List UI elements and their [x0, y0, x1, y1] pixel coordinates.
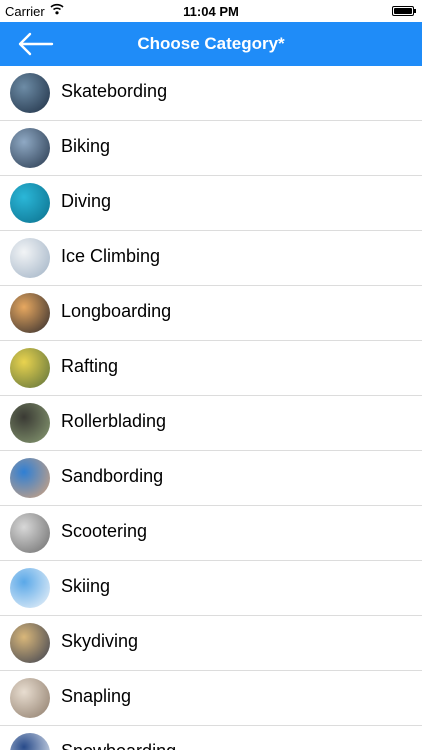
category-label: Rollerblading [61, 411, 167, 431]
category-row[interactable]: Skydiving [0, 616, 422, 671]
category-label: Scootering [61, 521, 148, 541]
category-label: Ice Climbing [61, 246, 161, 266]
category-row[interactable]: Rollerblading [0, 396, 422, 451]
category-label: Skiing [61, 576, 111, 596]
category-row[interactable]: Snapling [0, 671, 422, 726]
category-thumbnail [10, 128, 50, 168]
category-thumbnail [10, 458, 50, 498]
status-bar: Carrier 11:04 PM [0, 0, 422, 22]
category-label: Diving [61, 191, 112, 211]
category-label: Rafting [61, 356, 119, 376]
category-thumbnail [10, 733, 50, 750]
category-row[interactable]: Skiing [0, 561, 422, 616]
category-thumbnail [10, 348, 50, 388]
category-row[interactable]: Skatebording [0, 66, 422, 121]
category-thumbnail [10, 568, 50, 608]
category-thumbnail [10, 73, 50, 113]
page-title: Choose Category* [137, 34, 285, 53]
category-thumbnail [10, 238, 50, 278]
category-label: Biking [61, 136, 111, 156]
category-row[interactable]: Ice Climbing [0, 231, 422, 286]
category-thumbnail [10, 403, 50, 443]
category-row[interactable]: Rafting [0, 341, 422, 396]
category-thumbnail [10, 183, 50, 223]
category-label: Skatebording [61, 81, 168, 101]
category-row[interactable]: Biking [0, 121, 422, 176]
category-row[interactable]: Sandbording [0, 451, 422, 506]
category-label: Longboarding [61, 301, 172, 321]
category-thumbnail [10, 678, 50, 718]
category-thumbnail [10, 623, 50, 663]
category-label: Skydiving [61, 631, 139, 651]
battery-icon [392, 6, 416, 16]
category-row[interactable]: Scootering [0, 506, 422, 561]
category-label: Snowboarding [61, 741, 176, 750]
category-row[interactable]: Snowboarding [0, 726, 422, 750]
category-label: Sandbording [61, 466, 164, 486]
category-row[interactable]: Diving [0, 176, 422, 231]
category-label: Snapling [61, 686, 132, 706]
category-row[interactable]: Longboarding [0, 286, 422, 341]
category-list[interactable]: Skatebording Biking Diving Ice Climbing Long… [0, 66, 422, 750]
category-thumbnail [10, 293, 50, 333]
navigation-bar: Choose Category* [0, 22, 422, 66]
status-time: 11:04 PM [183, 4, 239, 19]
category-thumbnail [10, 513, 50, 553]
